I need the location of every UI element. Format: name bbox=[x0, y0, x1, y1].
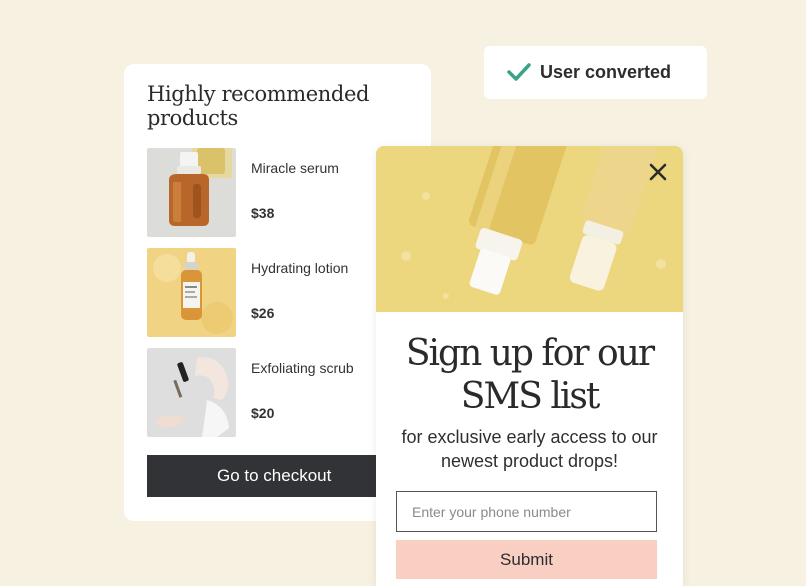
product-price: $38 bbox=[251, 205, 275, 221]
product-name[interactable]: Exfoliating scrub bbox=[251, 360, 361, 376]
lotion-bottle-image[interactable] bbox=[147, 248, 236, 337]
checkout-button[interactable]: Go to checkout bbox=[147, 455, 407, 497]
product-price: $26 bbox=[251, 305, 275, 321]
popup-hero-image bbox=[376, 146, 683, 312]
phone-number-input[interactable] bbox=[396, 491, 657, 532]
close-icon[interactable] bbox=[647, 161, 669, 183]
popup-headline: Sign up for our SMS list bbox=[405, 333, 655, 417]
sms-signup-popup: Sign up for our SMS list for exclusive e… bbox=[376, 146, 683, 586]
check-icon bbox=[507, 63, 531, 81]
product-item[interactable]: Miracle serum $38 bbox=[147, 148, 407, 237]
dropper-hand-image[interactable] bbox=[147, 348, 236, 437]
submit-button[interactable]: Submit bbox=[396, 540, 657, 579]
conversion-toast: User converted bbox=[484, 46, 707, 99]
product-item[interactable]: Hydrating lotion $26 bbox=[147, 248, 407, 337]
product-name[interactable]: Hydrating lotion bbox=[251, 260, 361, 276]
product-price: $20 bbox=[251, 405, 275, 421]
recommendations-title: Highly recommended products bbox=[147, 82, 370, 130]
product-name[interactable]: Miracle serum bbox=[251, 160, 361, 176]
popup-subtext: for exclusive early access to our newest… bbox=[401, 427, 658, 471]
toast-text: User converted bbox=[540, 62, 672, 82]
product-item[interactable]: Exfoliating scrub $20 bbox=[147, 348, 407, 437]
serum-bottle-image[interactable] bbox=[147, 148, 236, 237]
